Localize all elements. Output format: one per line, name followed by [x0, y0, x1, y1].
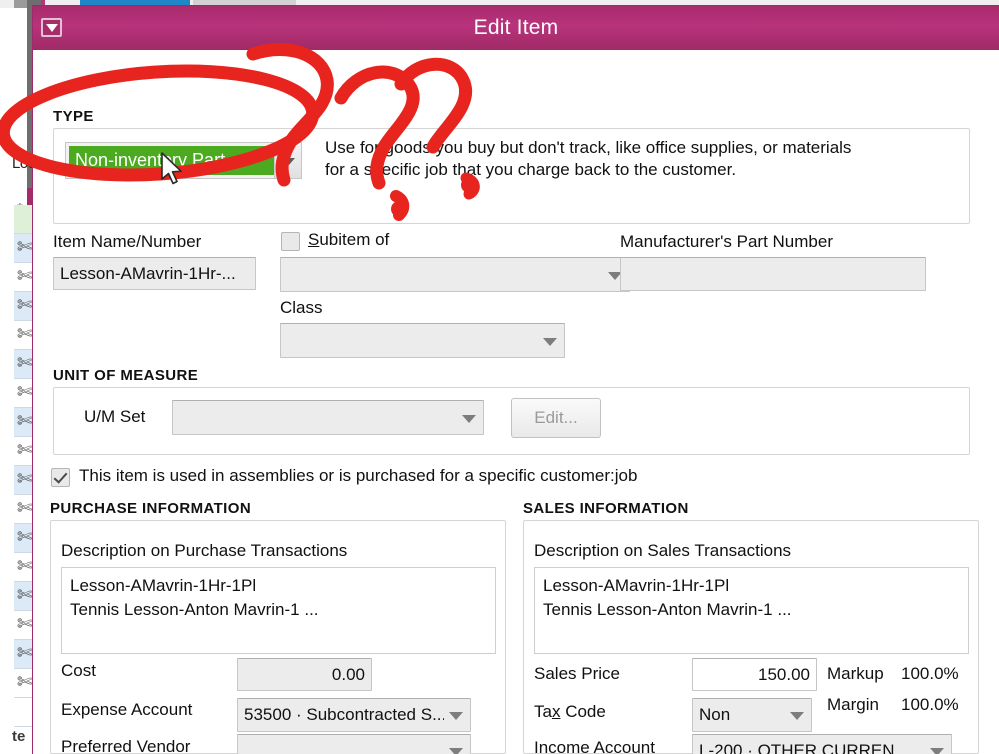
- income-account-value: L-200 · OTHER CURREN...: [699, 741, 909, 754]
- sales-price-input[interactable]: 150.00: [692, 658, 817, 691]
- item-marker-icon: ✄: [17, 555, 33, 577]
- tax-code-label-pre: Ta: [534, 702, 552, 721]
- item-marker-icon: ✄: [17, 671, 33, 693]
- subitem-accel-letter: S: [308, 230, 320, 249]
- type-section-label: TYPE: [53, 108, 94, 125]
- purchase-section-label: PURCHASE INFORMATION: [50, 500, 252, 517]
- item-marker-icon: ✄: [17, 294, 33, 316]
- item-marker-icon: ✄: [17, 381, 33, 403]
- class-label: Class: [280, 298, 323, 317]
- dialog-title: Edit Item: [473, 16, 559, 39]
- item-marker-icon: ✄: [17, 439, 33, 461]
- item-marker-icon: ✄: [17, 323, 33, 345]
- cost-input[interactable]: 0.00: [237, 658, 372, 691]
- tax-code-value: Non: [699, 705, 731, 724]
- expense-account-label: Expense Account: [61, 700, 193, 719]
- item-name-value: Lesson-AMavrin-1Hr-...: [60, 263, 236, 283]
- chevron-down-icon: [449, 712, 463, 720]
- item-marker-icon: ✄: [17, 410, 33, 432]
- markup-label: Markup: [827, 664, 884, 683]
- edit-item-dialog: Edit Item TYPE Non-inventory Part Use fo…: [33, 6, 999, 754]
- assembly-usage-checkbox[interactable]: [51, 468, 70, 487]
- income-account-label: Income Account: [534, 738, 655, 754]
- um-set-label: U/M Set: [84, 407, 146, 426]
- subitem-checkbox[interactable]: [281, 232, 300, 251]
- item-marker-icon: ✄: [17, 497, 33, 519]
- item-marker-icon: ✄: [17, 613, 33, 635]
- sales-description-label: Description on Sales Transactions: [534, 541, 792, 560]
- subitem-label-rest: ubitem of: [319, 230, 390, 249]
- tax-code-label: Tax Code: [534, 702, 606, 722]
- background-toolbar-sliver: [14, 0, 27, 8]
- expense-account-dropdown[interactable]: 53500 · Subcontracted S...: [237, 698, 471, 732]
- sales-price-label: Sales Price: [534, 664, 620, 683]
- cost-value: 0.00: [331, 664, 365, 684]
- uom-edit-button[interactable]: Edit...: [511, 398, 601, 438]
- item-marker-icon: ✄: [17, 642, 33, 664]
- subitem-label: Subitem of: [308, 230, 389, 250]
- expense-account-value: 53500 · Subcontracted S...: [244, 705, 444, 724]
- dialog-titlebar[interactable]: Edit Item: [33, 6, 999, 50]
- preferred-vendor-dropdown[interactable]: [237, 734, 471, 754]
- item-marker-icon: ✄: [17, 352, 33, 374]
- chevron-down-icon: [790, 712, 804, 720]
- assembly-usage-label: This item is used in assemblies or is pu…: [79, 466, 638, 485]
- mouse-cursor-icon: [161, 152, 182, 185]
- mpn-label: Manufacturer's Part Number: [620, 232, 833, 251]
- uom-section-label: UNIT OF MEASURE: [53, 367, 199, 384]
- item-type-description: Use for goods you buy but don't track, l…: [325, 138, 852, 179]
- cost-label: Cost: [61, 661, 96, 680]
- markup-value: 100.0%: [901, 664, 959, 683]
- purchase-description-label: Description on Purchase Transactions: [61, 541, 348, 560]
- item-marker-icon: ✄: [17, 526, 33, 548]
- item-marker-icon: ✄: [17, 468, 33, 490]
- item-marker-icon: ✄: [17, 584, 33, 606]
- tax-code-dropdown[interactable]: Non: [692, 698, 812, 732]
- item-marker-icon: ✄: [17, 236, 33, 258]
- sales-price-value: 150.00: [758, 664, 810, 684]
- item-name-label: Item Name/Number: [53, 232, 202, 251]
- margin-label: Margin: [827, 695, 879, 714]
- sales-description-textarea[interactable]: Lesson-AMavrin-1Hr-1Pl Tennis Lesson-Ant…: [534, 567, 969, 654]
- tax-code-label-post: Code: [560, 702, 606, 721]
- margin-value: 100.0%: [901, 695, 959, 714]
- uom-edit-button-label: Edit...: [534, 408, 578, 427]
- chevron-down-icon: [462, 414, 476, 423]
- income-account-dropdown[interactable]: L-200 · OTHER CURREN...: [692, 734, 952, 754]
- chevron-down-icon: [930, 748, 944, 754]
- mpn-input[interactable]: [620, 257, 926, 291]
- background-bottom-button-label[interactable]: te: [12, 728, 25, 745]
- class-dropdown[interactable]: [280, 323, 565, 358]
- subitem-dropdown[interactable]: [280, 257, 630, 292]
- chevron-down-icon: [283, 157, 295, 165]
- item-type-dropdown-button[interactable]: [274, 143, 301, 178]
- item-name-input[interactable]: Lesson-AMavrin-1Hr-...: [53, 257, 256, 290]
- background-location-label: Loc: [12, 155, 35, 172]
- chevron-down-icon: [449, 748, 463, 754]
- sales-section-label: SALES INFORMATION: [523, 500, 689, 517]
- purchase-description-textarea[interactable]: Lesson-AMavrin-1Hr-1Pl Tennis Lesson-Ant…: [61, 567, 496, 654]
- item-marker-icon: ✄: [17, 265, 33, 287]
- um-set-dropdown[interactable]: [172, 400, 484, 435]
- preferred-vendor-label: Preferred Vendor: [61, 737, 191, 754]
- chevron-down-icon: [543, 337, 557, 346]
